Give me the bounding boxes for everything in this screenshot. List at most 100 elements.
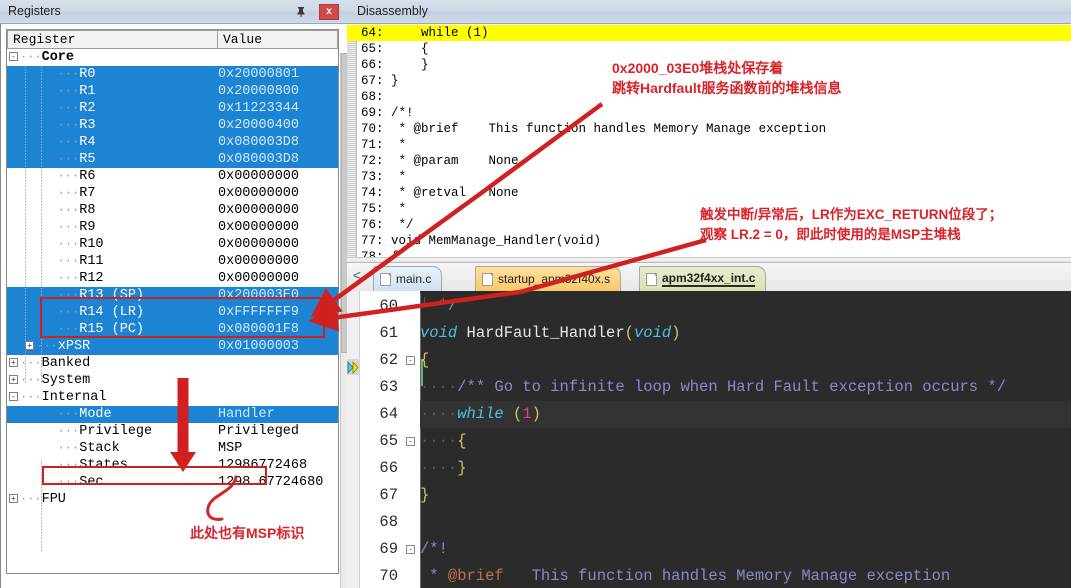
expand-toggle-icon[interactable]: + [9, 374, 18, 384]
register-row[interactable]: ···R2 0x11223344 [7, 100, 338, 117]
register-value-cell: 0xFFFFFFF9 [218, 305, 300, 320]
register-row[interactable]: - ···Core [7, 49, 338, 66]
expand-toggle-icon[interactable]: + [25, 340, 35, 350]
tree-connector: ··· [57, 67, 80, 81]
code-token: void [420, 324, 458, 342]
tree-connector: ··· [57, 152, 80, 166]
editor-code-line[interactable] [420, 509, 1071, 536]
register-label: Internal [41, 390, 107, 405]
register-row[interactable]: ···R9 0x00000000 [7, 219, 338, 236]
editor-line-number: 60 [379, 297, 398, 315]
register-row[interactable]: ···R7 0x00000000 [7, 185, 338, 202]
register-name-cell: ···R12 [7, 271, 218, 286]
pin-icon[interactable] [293, 4, 309, 20]
registers-tree-grid[interactable]: Register Value - ···Core ···R0 0x20000801 … [6, 29, 339, 574]
register-value-cell: 0x01000003 [218, 339, 300, 354]
register-name-cell: + ···System [7, 373, 218, 388]
registers-column-headers: Register Value [7, 30, 338, 49]
register-row[interactable]: ···States 12986772468 [7, 457, 338, 474]
register-row[interactable]: ···R8 0x00000000 [7, 202, 338, 219]
editor-breakpoint-margin[interactable] [347, 291, 360, 588]
register-row[interactable]: ···Mode Handler [7, 406, 338, 423]
register-label: Mode [79, 407, 112, 422]
expand-toggle-icon[interactable]: + [9, 357, 18, 367]
editor-line-number: 67 [379, 486, 398, 504]
register-row[interactable]: ···R12 0x00000000 [7, 270, 338, 287]
fold-toggle-icon[interactable]: - [406, 437, 415, 446]
editor-code-line[interactable]: void HardFault_Handler(void) [420, 320, 1071, 347]
register-value-cell: 0x080003D8 [218, 135, 300, 150]
register-row[interactable]: ···R6 0x00000000 [7, 168, 338, 185]
code-editor[interactable]: 606162636465666768697071 --- └ */void Ha… [347, 291, 1071, 588]
register-name-cell: ···R4 [7, 135, 218, 150]
tree-connector: ··· [20, 390, 42, 404]
register-value-cell: 0x00000000 [218, 169, 300, 184]
register-name-cell: ···R9 [7, 220, 218, 235]
register-value-cell: Handler [218, 407, 275, 422]
column-header-register[interactable]: Register [7, 30, 218, 49]
editor-code-line[interactable]: └ */ [420, 293, 1071, 320]
register-name-cell: ···Privilege [7, 424, 218, 439]
editor-code-area[interactable]: └ */void HardFault_Handler(void){····/**… [420, 291, 1071, 588]
disassembly-line[interactable]: 73: * [347, 169, 1071, 185]
editor-line-number: 66 [379, 459, 398, 477]
editor-code-line[interactable]: * @brief This function handles Memory Ma… [420, 563, 1071, 588]
disassembly-line[interactable]: 64: while (1) [347, 25, 1071, 41]
editor-code-line[interactable]: } [420, 482, 1071, 509]
editor-line-number: 61 [379, 324, 398, 342]
tab-apm32f4xx-int-c[interactable]: apm32f4xx_int.c [639, 266, 767, 291]
disassembly-line[interactable]: 72: * @param None [347, 153, 1071, 169]
tab-scroll-left-icon[interactable]: < [350, 264, 364, 286]
register-value-cell: 0x080003D8 [218, 152, 300, 167]
fold-toggle-icon[interactable]: - [406, 356, 415, 365]
register-row[interactable]: ···R13 (SP) 0x200003E0 [7, 287, 338, 304]
register-row[interactable]: ···R5 0x080003D8 [7, 151, 338, 168]
expand-toggle-icon[interactable]: + [9, 493, 18, 503]
register-row[interactable]: ···R0 0x20000801 [7, 66, 338, 83]
register-name-cell: - ···Core [7, 50, 218, 65]
register-row[interactable]: ···R15 (PC) 0x080001F8 [7, 321, 338, 338]
collapse-toggle-icon[interactable]: - [9, 51, 18, 61]
column-header-value[interactable]: Value [218, 30, 338, 49]
register-row[interactable]: ···R10 0x00000000 [7, 236, 338, 253]
register-row[interactable]: + ···Banked [7, 355, 338, 372]
register-row[interactable]: ···Stack MSP [7, 440, 338, 457]
register-row[interactable]: ···R14 (LR) 0xFFFFFFF9 [7, 304, 338, 321]
tree-connector: ··· [57, 441, 80, 455]
tab-startup-apm32f40x-s[interactable]: startup_apm32f40x.s [475, 266, 622, 291]
collapse-toggle-icon[interactable]: - [9, 391, 18, 401]
disassembly-line[interactable]: 69: /*! [347, 105, 1071, 121]
disassembly-line[interactable]: 71: * [347, 137, 1071, 153]
tree-connector: ··· [20, 492, 42, 506]
register-name-cell: ···R6 [7, 169, 218, 184]
editor-code-line[interactable]: ····} [420, 455, 1071, 482]
register-row[interactable]: + ···FPU [7, 491, 338, 508]
register-value-cell: 0x20000801 [218, 67, 300, 82]
register-row[interactable]: ···Privilege Privileged [7, 423, 338, 440]
disassembly-line[interactable]: 74: * @retval None [347, 185, 1071, 201]
editor-code-line[interactable]: ····{ [420, 428, 1071, 455]
disassembly-line[interactable]: 65: { [347, 41, 1071, 57]
editor-fold-column[interactable]: - - - [404, 291, 420, 588]
tree-connector: ··· [36, 339, 58, 353]
register-row[interactable]: - ···Internal [7, 389, 338, 406]
editor-code-line[interactable]: ····while (1) [420, 401, 1071, 428]
register-row[interactable]: ···R1 0x20000800 [7, 83, 338, 100]
editor-code-line[interactable]: /*! [420, 536, 1071, 563]
editor-code-line[interactable]: ····/** Go to infinite loop when Hard Fa… [420, 374, 1071, 401]
register-row[interactable]: + ···System [7, 372, 338, 389]
tab-main-c[interactable]: main.c [373, 266, 443, 291]
register-row[interactable]: + ···xPSR 0x01000003 [7, 338, 338, 355]
register-row[interactable]: ···R4 0x080003D8 [7, 134, 338, 151]
register-row[interactable]: ···R3 0x20000400 [7, 117, 338, 134]
close-icon[interactable]: x [319, 4, 339, 20]
editor-code-line[interactable]: { [420, 347, 1071, 374]
register-row[interactable]: ···R11 0x00000000 [7, 253, 338, 270]
register-name-cell: ···Mode [7, 407, 218, 422]
register-row[interactable]: ···Sec 1298.67724680 [7, 474, 338, 491]
disassembly-line[interactable]: 70: * @brief This function handles Memor… [347, 121, 1071, 137]
fold-toggle-icon[interactable]: - [406, 545, 415, 554]
disassembly-line[interactable]: 78: { [347, 249, 1071, 257]
